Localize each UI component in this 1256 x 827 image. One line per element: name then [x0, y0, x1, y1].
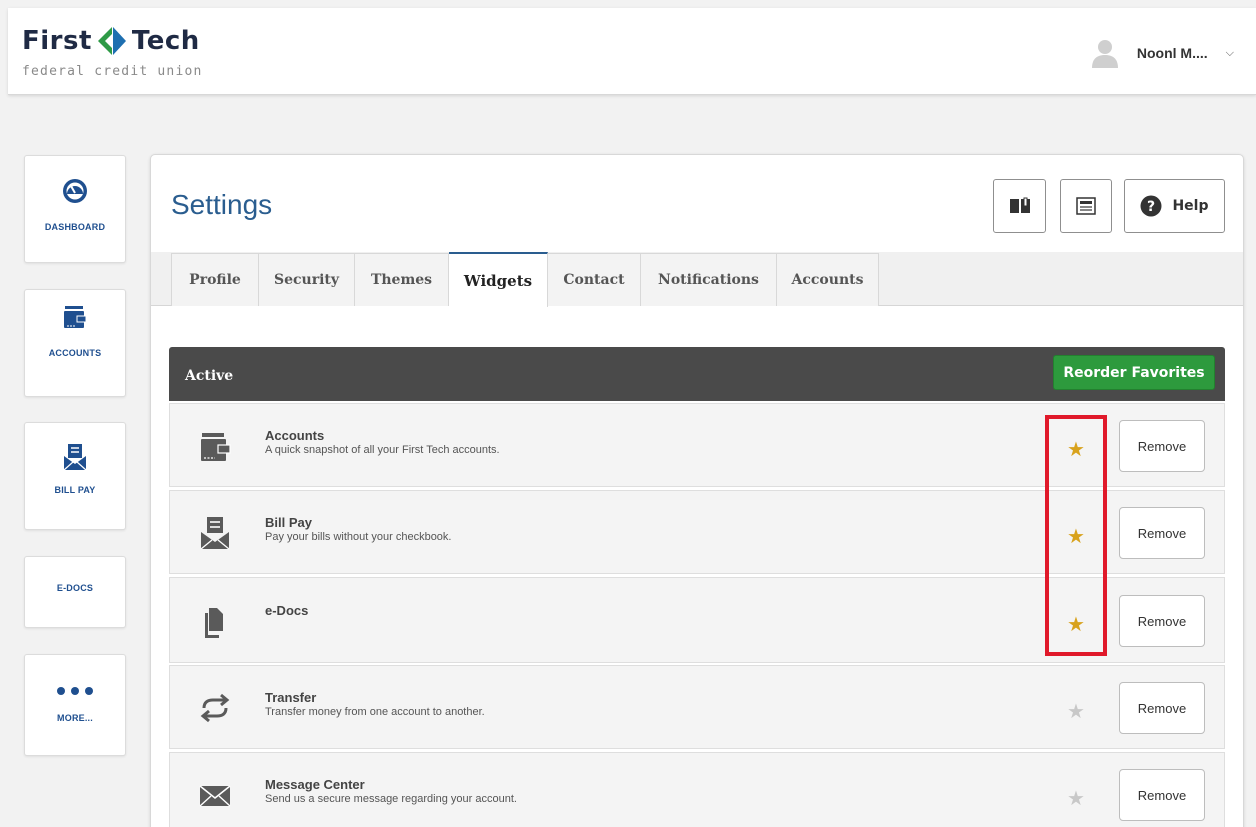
nav-label-dashboard: DASHBOARD: [44, 222, 106, 232]
remove-button[interactable]: Remove: [1119, 682, 1205, 734]
user-avatar-icon: [1091, 40, 1118, 68]
page-title: Settings: [171, 189, 273, 220]
tab-notifications[interactable]: Notifications: [641, 253, 777, 306]
widget-row-message-center: Message Center Send us a secure message …: [169, 752, 1225, 827]
tab-security[interactable]: Security: [259, 253, 355, 306]
nav-e-docs[interactable]: E-DOCS: [24, 556, 126, 628]
favorite-star-icon[interactable]: ★: [1065, 701, 1087, 723]
nav-label-more: MORE...: [57, 713, 93, 723]
dashboard-gauge-icon: [63, 179, 87, 203]
widget-title: Transfer: [265, 690, 317, 705]
favorite-star-icon[interactable]: ★: [1065, 788, 1087, 810]
reorder-favorites-button[interactable]: Reorder Favorites: [1053, 355, 1215, 390]
brand-subtitle: federal credit union: [22, 64, 203, 79]
section-title: Active: [185, 368, 234, 384]
documents-icon: [205, 608, 223, 638]
favorites-highlight-box: [1045, 415, 1107, 656]
remove-button[interactable]: Remove: [1119, 595, 1205, 647]
remove-button[interactable]: Remove: [1119, 507, 1205, 559]
user-name: Noonl M....: [1136, 45, 1208, 61]
transfer-arrows-icon: [200, 693, 230, 723]
brand-diamond-icon: [96, 26, 127, 56]
nav-label-e-docs: E-DOCS: [56, 583, 94, 593]
tab-themes[interactable]: Themes: [355, 253, 449, 306]
brand-logo[interactable]: First Tech federal credit union: [22, 24, 203, 79]
user-menu[interactable]: Noonl M.... ⌵: [1091, 38, 1234, 68]
nav-more[interactable]: MORE...: [24, 654, 126, 756]
news-button[interactable]: [1060, 179, 1112, 233]
chevron-down-icon[interactable]: ⌵: [1226, 47, 1234, 60]
newspaper-icon: [1076, 197, 1096, 215]
widget-title: Message Center: [265, 777, 365, 792]
nav-label-accounts: ACCOUNTS: [48, 348, 102, 358]
widget-description: Send us a secure message regarding your …: [265, 793, 517, 805]
top-header: First Tech federal credit union Noonl M.…: [8, 8, 1256, 95]
envelope-icon: [199, 785, 231, 807]
widget-description: Transfer money from one account to anoth…: [265, 706, 485, 718]
bill-envelope-icon: [200, 517, 230, 550]
help-circle-icon: ?: [1140, 195, 1162, 217]
wallet-icon: [64, 306, 87, 328]
bill-envelope-icon: [63, 444, 87, 471]
svg-text:?: ?: [1147, 199, 1155, 215]
nav-bill-pay[interactable]: BILL PAY: [24, 422, 126, 530]
remove-button[interactable]: Remove: [1119, 420, 1205, 472]
tab-profile[interactable]: Profile: [171, 253, 259, 306]
nav-accounts[interactable]: ACCOUNTS: [24, 289, 126, 397]
widget-title: e-Docs: [265, 603, 309, 618]
tab-contact[interactable]: Contact: [548, 253, 641, 306]
tab-widgets[interactable]: Widgets: [449, 252, 548, 307]
guide-book-button[interactable]: [993, 179, 1046, 233]
wallet-icon: [201, 433, 231, 461]
active-section-header: Active Reorder Favorites: [169, 347, 1225, 401]
brand-name-left: First: [22, 26, 92, 56]
remove-button[interactable]: Remove: [1119, 769, 1205, 821]
nav-dashboard[interactable]: DASHBOARD: [24, 155, 126, 263]
widget-description: Pay your bills without your checkbook.: [265, 531, 452, 543]
tab-accounts[interactable]: Accounts: [777, 253, 879, 306]
widget-row-transfer: Transfer Transfer money from one account…: [169, 665, 1225, 749]
help-button[interactable]: ? Help: [1124, 179, 1225, 233]
logo-row: First Tech: [22, 24, 203, 58]
widget-description: A quick snapshot of all your First Tech …: [265, 444, 500, 456]
widget-title: Bill Pay: [265, 515, 312, 530]
book-icon: [1009, 197, 1030, 213]
more-dots-icon: [57, 687, 93, 695]
brand-name-right: Tech: [131, 26, 200, 56]
widget-title: Accounts: [265, 428, 325, 443]
nav-label-bill-pay: BILL PAY: [54, 485, 96, 495]
help-label: Help: [1172, 198, 1209, 214]
